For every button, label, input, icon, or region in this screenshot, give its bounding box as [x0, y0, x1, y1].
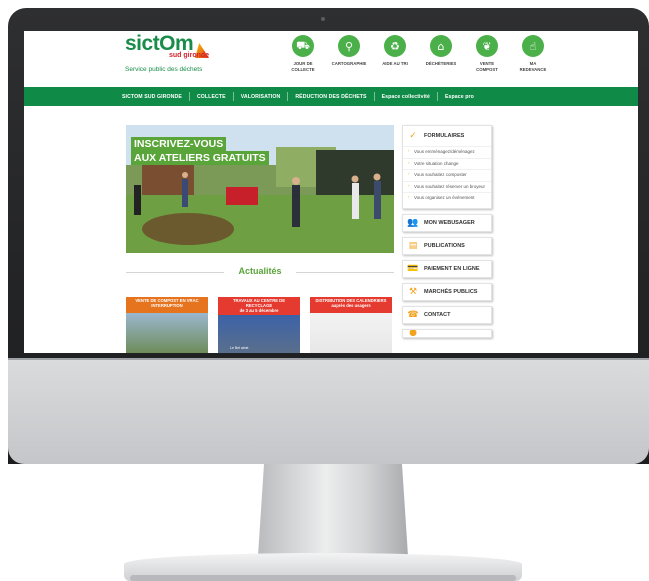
news-title: Actualités — [238, 266, 282, 276]
check-circle-icon: ✓ — [409, 131, 417, 141]
nav-separator — [436, 92, 438, 101]
sidebar-button-label: CONTACT — [424, 311, 451, 318]
hero-title-line2: AUX ATELIERS GRATUITS — [131, 151, 269, 165]
nav-separator — [188, 92, 190, 101]
form-link[interactable]: Vous souhaitez composter — [403, 169, 491, 181]
news-cards: VENTE DE COMPOST EN VRAC INTERRUPTION TRA… — [126, 297, 402, 353]
sidebar-button-3[interactable]: ⚒ MARCHÉS PUBLICS — [402, 282, 492, 301]
nav-separator — [373, 92, 375, 101]
news-heading: Actualités — [126, 266, 394, 278]
phone-icon: ☎ — [407, 309, 419, 320]
monitor-base-shadow — [130, 575, 516, 581]
forms-panel: ✓ FORMULAIRES Vous emménagez/déménagezVo… — [402, 125, 492, 209]
quick-links: ⛟ JOUR DE COLLECTE ⚲ CARTOGRAPHIE ♻ AIDE AU T… — [280, 35, 556, 72]
news-card[interactable]: VENTE DE COMPOST EN VRAC INTERRUPTION — [126, 297, 208, 353]
quick-link-label: MA REDEVANCE — [519, 61, 547, 72]
sidebar-button-label: PAIEMENT EN LIGNE — [424, 265, 480, 272]
quick-link-label: VENTE COMPOST — [476, 61, 498, 72]
sidebar-button-label: PUBLICATIONS — [424, 242, 465, 249]
form-link[interactable]: Votre situation change — [403, 157, 491, 170]
hero-title-line1: INSCRIVEZ-VOUS — [131, 137, 227, 151]
users-icon: 👥 — [407, 217, 419, 228]
recycle-icon: ♻ — [384, 35, 406, 57]
main-nav: SICTOM SUD GIRONDE COLLECTE VALORISATION RÉ… — [24, 87, 638, 106]
form-links: Vous emménagez/déménagezVotre situation … — [403, 146, 491, 204]
news-card-tag: Le Bel aimé — [230, 346, 249, 350]
news-card-caption: VENTE DE COMPOST EN VRAC INTERRUPTION — [135, 298, 199, 308]
quick-link-label: JOUR DE COLLECTE — [291, 61, 315, 72]
payment-icon: 💳 — [407, 263, 419, 274]
logo-tagline: Service public des déchets — [125, 66, 203, 73]
quick-link-label: CARTOGRAPHIE — [331, 61, 367, 66]
news-card[interactable]: TRAVAUX AU CENTRE DE RECYCLAGE de 3 au 5… — [218, 297, 300, 353]
logo-subtitle: sud gironde — [169, 52, 210, 59]
quick-link-2[interactable]: ♻ AIDE AU TRI — [372, 35, 418, 72]
sidebar: ✓ FORMULAIRES Vous emménagez/déménagezVo… — [402, 125, 492, 343]
news-card-caption: TRAVAUX AU CENTRE DE RECYCLAGE de 3 au 5… — [232, 298, 286, 313]
browser-viewport: sictOm sud gironde Service public des dé… — [24, 31, 638, 353]
sidebar-buttons: 👥 MON WEBUSAGER ▤ PUBLICATIONS 💳 PAIEMENT EN … — [402, 213, 492, 324]
quick-link-3[interactable]: ⌂ DÉCHÈTERIES — [418, 35, 464, 72]
info-icon: ● — [409, 328, 417, 338]
leaf-icon: ❦ — [476, 35, 498, 57]
quick-link-5[interactable]: ☝ MA REDEVANCE — [510, 35, 556, 72]
quick-link-4[interactable]: ❦ VENTE COMPOST — [464, 35, 510, 72]
sidebar-button-0[interactable]: 👥 MON WEBUSAGER — [402, 213, 492, 232]
nav-separator — [287, 92, 289, 101]
nav-item-0[interactable]: SICTOM SUD GIRONDE — [122, 94, 182, 100]
page-content: INSCRIVEZ-VOUS AUX ATELIERS GRATUITS Act… — [24, 106, 638, 353]
sidebar-button-4[interactable]: ☎ CONTACT — [402, 305, 492, 324]
nav-item-3[interactable]: RÉDUCTION DES DÉCHETS — [295, 94, 366, 100]
form-link[interactable]: Vous souhaitez réserver un broyeur — [403, 180, 491, 193]
form-link[interactable]: Vous emménagez/déménagez — [403, 146, 491, 158]
sidebar-button-label: MON WEBUSAGER — [424, 219, 475, 226]
camera-dot — [321, 17, 325, 21]
house-icon: ⌂ — [430, 35, 452, 57]
sidebar-button-1[interactable]: ▤ PUBLICATIONS — [402, 236, 492, 255]
monitor-chin — [8, 358, 649, 464]
site-logo[interactable]: sictOm sud gironde Service public des dé… — [125, 33, 215, 74]
truck-icon: ⛟ — [292, 35, 314, 57]
site-header: sictOm sud gironde Service public des dé… — [24, 31, 638, 87]
hammer-icon: ⚒ — [408, 286, 418, 297]
quick-link-label: AIDE AU TRI — [382, 61, 408, 66]
news-card[interactable]: DISTRIBUTION DES CALENDRIERS auprès des … — [310, 297, 392, 353]
nav-separator — [232, 92, 234, 101]
monitor: sictOm sud gironde Service public des dé… — [0, 0, 649, 581]
quick-link-1[interactable]: ⚲ CARTOGRAPHIE — [326, 35, 372, 72]
form-link[interactable]: Vous organisez un événement — [403, 192, 491, 204]
forms-header[interactable]: ✓ FORMULAIRES — [403, 126, 491, 146]
monitor-stand-neck — [258, 464, 408, 556]
nav-item-4[interactable]: Espace collectivité — [382, 94, 430, 100]
quick-link-0[interactable]: ⛟ JOUR DE COLLECTE — [280, 35, 326, 72]
sidebar-button-2[interactable]: 💳 PAIEMENT EN LIGNE — [402, 259, 492, 278]
nav-item-5[interactable]: Espace pro — [445, 94, 474, 100]
quick-link-label: DÉCHÈTERIES — [425, 61, 457, 66]
hand-coin-icon: ☝ — [522, 35, 544, 57]
document-icon: ▤ — [408, 240, 418, 251]
map-pin-icon: ⚲ — [338, 35, 360, 57]
news-card-caption: DISTRIBUTION DES CALENDRIERS auprès des … — [315, 298, 387, 308]
forms-title: FORMULAIRES — [424, 133, 465, 139]
nav-item-2[interactable]: VALORISATION — [241, 94, 281, 100]
hero-banner[interactable]: INSCRIVEZ-VOUS AUX ATELIERS GRATUITS — [126, 125, 394, 253]
sidebar-button-label: MARCHÉS PUBLICS — [424, 288, 478, 295]
nav-item-1[interactable]: COLLECTE — [197, 94, 226, 100]
sidebar-button-partial[interactable]: ● — [402, 328, 492, 338]
